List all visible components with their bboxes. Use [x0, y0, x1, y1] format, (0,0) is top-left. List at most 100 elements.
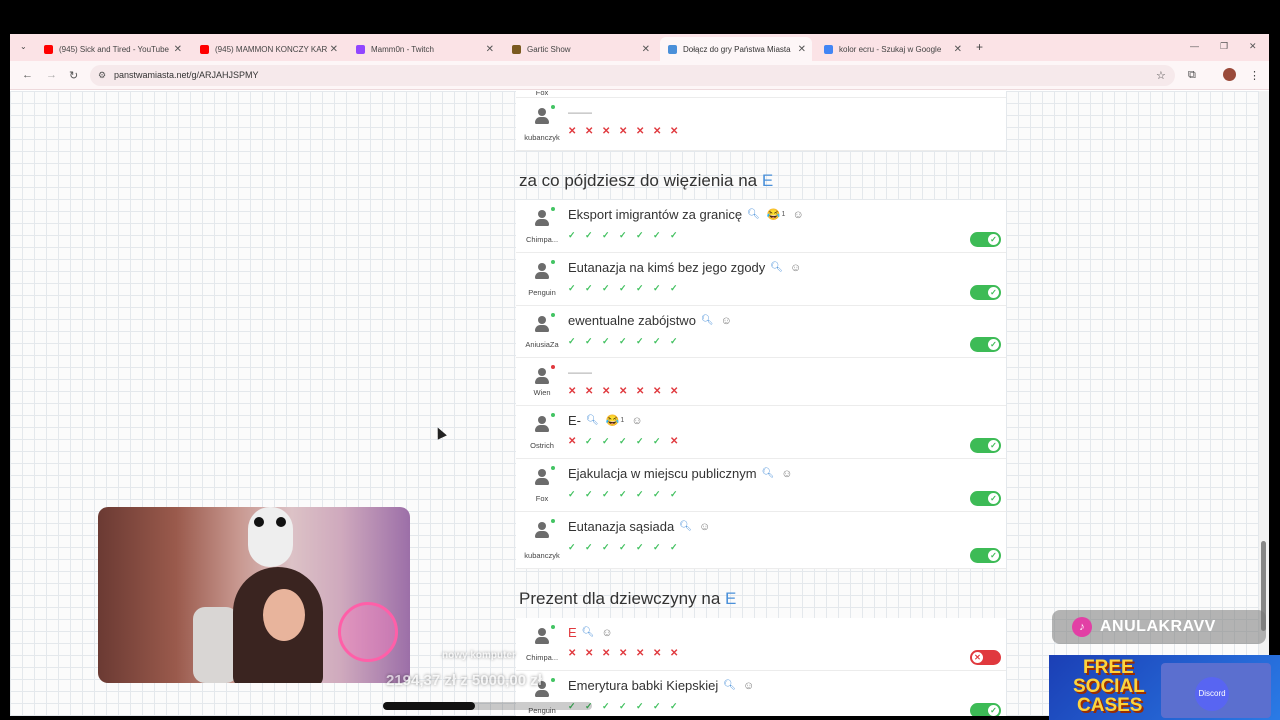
player-name: Penguin [528, 288, 556, 297]
search-icon[interactable]: 🔍︎ [679, 521, 692, 532]
donation-goal-progress-fill [383, 702, 475, 710]
accept-toggle[interactable]: ✓ [970, 232, 1001, 247]
browser-tab[interactable]: (945) Sick and Tired - YouTube ✕ [36, 37, 188, 61]
laugh-reaction-icon[interactable]: 😂 [606, 414, 620, 427]
search-icon[interactable]: 🔍︎ [723, 680, 736, 691]
browser-tab[interactable]: kolor ecru - Szukaj w Google ✕ [816, 37, 968, 61]
webcam-fan [338, 602, 398, 662]
extensions-icon[interactable]: ⧉ [1188, 69, 1196, 82]
search-icon[interactable]: 🔍︎ [701, 315, 714, 326]
player-avatar-icon [535, 469, 549, 485]
search-icon[interactable]: 🔍︎ [762, 468, 775, 479]
laugh-reaction-icon[interactable]: 😂 [767, 208, 781, 221]
browser-tab[interactable]: Mamm0n - Twitch ✕ [348, 37, 500, 61]
answer-line: Emerytura babki Kiepskiej 🔍︎ ☺ [568, 678, 754, 693]
tab-search-chevron-icon[interactable]: ⌄ [20, 42, 27, 51]
tab-close-icon[interactable]: ✕ [798, 44, 806, 55]
close-window-icon[interactable]: ✕ [1249, 41, 1257, 52]
address-bar[interactable]: ⚙ panstwamiasta.net/g/ARJAHJSPMY [90, 65, 1175, 86]
cross-vote-icon: ✕ [568, 436, 577, 447]
check-vote-icon: ✓ [653, 283, 661, 293]
reload-icon[interactable]: ↻ [69, 69, 78, 82]
check-vote-icon: ✓ [619, 230, 627, 240]
sponsor-ad: Discord FREE SOCIAL CASES [1049, 655, 1280, 720]
address-url[interactable]: panstwamiasta.net/g/ARJAHJSPMY [114, 70, 259, 80]
answer-line: Eksport imigrantów za granicę 🔍︎ 😂 1 ☺ [568, 207, 804, 222]
accept-toggle[interactable]: ✓ [970, 337, 1001, 352]
browser-tab[interactable]: Dołącz do gry Państwa Miasta ✕ [660, 37, 812, 61]
check-vote-icon: ✓ [568, 542, 576, 552]
browser-tab[interactable]: (945) MAMMON KONCZY KAR ✕ [192, 37, 344, 61]
player-name: kubanczyk [524, 133, 560, 142]
tab-close-icon[interactable]: ✕ [954, 44, 962, 55]
accept-toggle[interactable]: ✕ [970, 650, 1001, 665]
accept-toggle[interactable]: ✓ [970, 285, 1001, 300]
check-vote-icon: ✓ [636, 336, 644, 346]
answer-row: Chimpa... E 🔍︎ ☺ ✕ ✕ ✕ ✕ ✕ ✕ ✕ ✕ [516, 618, 1006, 671]
add-reaction-icon[interactable]: ☺ [781, 468, 792, 480]
cross-vote-icon: ✕ [653, 126, 662, 137]
search-icon[interactable]: 🔍︎ [770, 262, 783, 273]
check-vote-icon: ✓ [619, 436, 627, 446]
tab-close-icon[interactable]: ✕ [642, 44, 650, 55]
check-icon: ✓ [988, 493, 999, 504]
back-arrow-icon[interactable]: ← [22, 69, 33, 81]
vote-marks: ✓ ✓ ✓ ✓ ✓ ✓ ✓ [568, 489, 687, 500]
reaction-count: 1 [781, 211, 786, 218]
forward-arrow-icon[interactable]: → [46, 69, 57, 81]
vote-marks: ✓ ✓ ✓ ✓ ✓ ✓ ✓ [568, 283, 687, 294]
check-icon: ✓ [988, 550, 999, 561]
search-icon[interactable]: 🔍︎ [747, 209, 760, 220]
add-reaction-icon[interactable]: ☺ [601, 627, 612, 639]
tab-close-icon[interactable]: ✕ [174, 44, 182, 55]
answer-line: E 🔍︎ ☺ [568, 625, 613, 640]
vote-marks: ✕ ✕ ✕ ✕ ✕ ✕ ✕ [568, 386, 687, 397]
add-reaction-icon[interactable]: ☺ [792, 209, 803, 221]
add-reaction-icon[interactable]: ☺ [790, 262, 801, 274]
tab-close-icon[interactable]: ✕ [486, 44, 494, 55]
add-reaction-icon[interactable]: ☺ [721, 315, 732, 327]
check-vote-icon: ✓ [653, 701, 661, 711]
mouse-cursor-icon [433, 425, 447, 440]
player-avatar-icon [535, 108, 549, 124]
check-vote-icon: ✓ [568, 489, 576, 499]
accept-toggle[interactable]: ✓ [970, 491, 1001, 506]
answer-row: Penguin Eutanazja na kimś bez jego zgody 🔍… [516, 253, 1006, 306]
answer-text: —— [568, 105, 592, 119]
check-vote-icon: ✓ [585, 230, 593, 240]
add-reaction-icon[interactable]: ☺ [743, 680, 754, 692]
cross-vote-icon: ✕ [670, 386, 679, 397]
bookmark-star-icon[interactable]: ☆ [1156, 69, 1166, 82]
vote-marks: ✓ ✓ ✓ ✓ ✓ ✓ ✓ [568, 542, 687, 553]
check-vote-icon: ✓ [602, 336, 610, 346]
search-icon[interactable]: 🔍︎ [586, 415, 599, 426]
search-icon[interactable]: 🔍︎ [582, 627, 595, 638]
tab-close-icon[interactable]: ✕ [330, 44, 338, 55]
cross-vote-icon: ✕ [619, 126, 628, 137]
player-name: AniusiaZa [525, 340, 559, 349]
new-tab-plus-icon[interactable]: + [976, 40, 983, 54]
cross-vote-icon: ✕ [636, 386, 645, 397]
minimize-icon[interactable]: — [1190, 41, 1199, 51]
browser-menu-icon[interactable]: ⋮ [1249, 69, 1260, 82]
profile-avatar[interactable] [1223, 68, 1236, 81]
browser-tab[interactable]: Gartic Show ✕ [504, 37, 656, 61]
accept-toggle[interactable]: ✓ [970, 703, 1001, 716]
answer-text: Emerytura babki Kiepskiej [568, 678, 719, 693]
youtube-icon [200, 44, 209, 54]
check-icon: ✓ [988, 234, 999, 245]
answer-row: Wien —— ✕ ✕ ✕ ✕ ✕ ✕ ✕ [516, 358, 1006, 406]
accept-toggle[interactable]: ✓ [970, 438, 1001, 453]
player-status-dot [551, 365, 555, 369]
site-info-icon[interactable]: ⚙ [98, 70, 106, 81]
check-vote-icon: ✓ [602, 436, 610, 446]
accept-toggle[interactable]: ✓ [970, 548, 1001, 563]
add-reaction-icon[interactable]: ☺ [631, 415, 642, 427]
player-avatar-icon [535, 368, 549, 384]
add-reaction-icon[interactable]: ☺ [699, 521, 710, 533]
check-vote-icon: ✓ [636, 701, 644, 711]
tab-title: (945) MAMMON KONCZY KAR [215, 44, 328, 54]
cross-vote-icon: ✕ [619, 648, 628, 659]
check-vote-icon: ✓ [585, 336, 593, 346]
maximize-icon[interactable]: ❐ [1220, 41, 1228, 52]
